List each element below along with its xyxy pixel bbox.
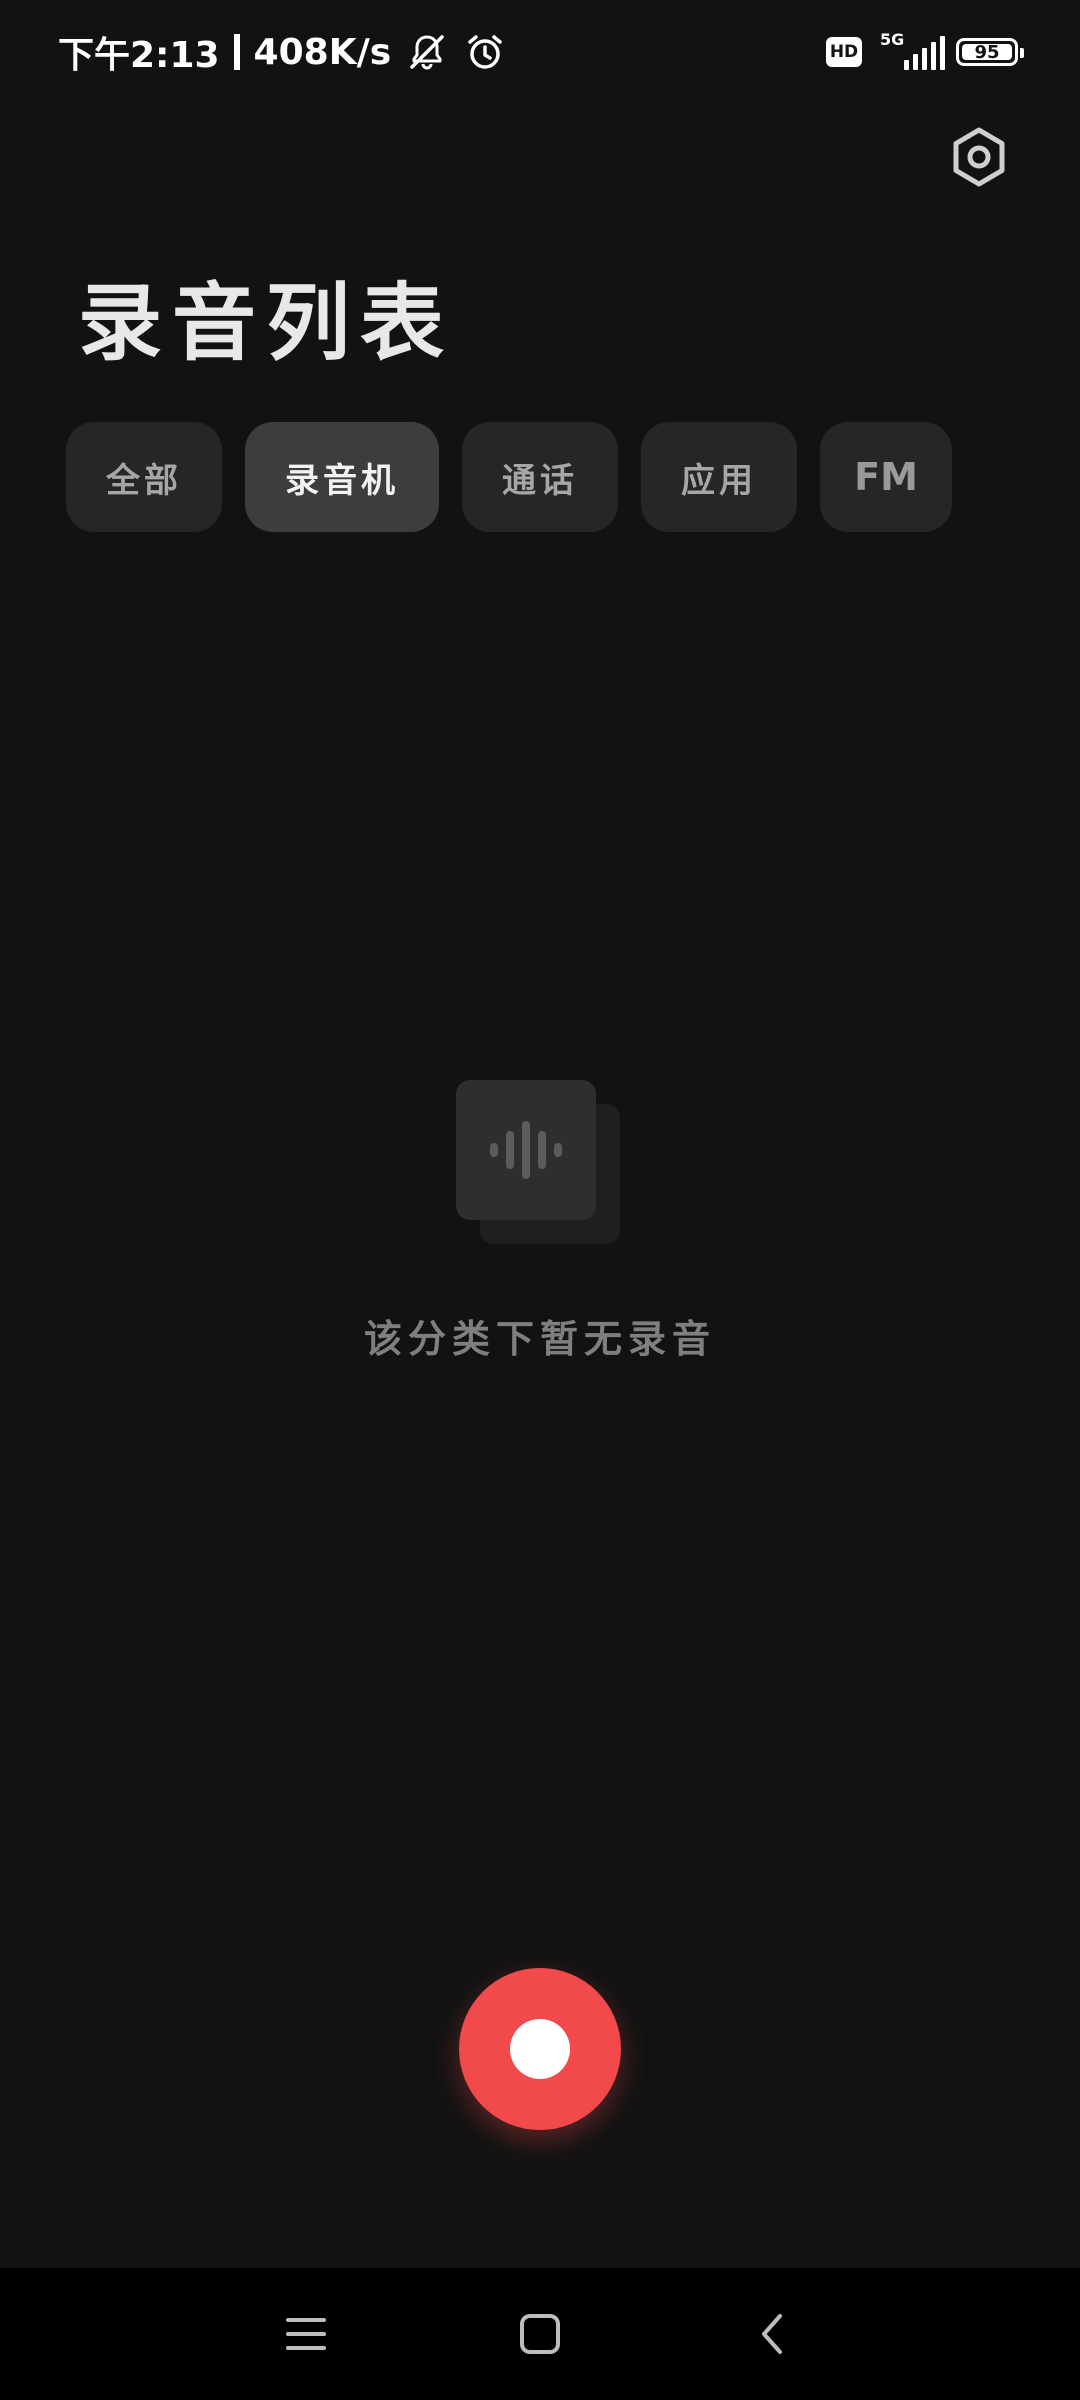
menu-icon [286, 2318, 326, 2350]
battery-level: 95 [974, 41, 1000, 63]
back-icon [762, 2314, 782, 2354]
tab-recorder[interactable]: 录音机 [245, 422, 439, 532]
tab-calls[interactable]: 通话 [462, 422, 618, 532]
home-icon [520, 2314, 560, 2354]
category-tabs: 全部 录音机 通话 应用 FM [66, 422, 952, 532]
status-right: HD 5G 95 [826, 26, 1024, 78]
record-button[interactable] [459, 1968, 621, 2130]
menu-button[interactable] [270, 2298, 342, 2370]
network-speed: 408K/s [253, 31, 392, 73]
status-time: 下午2:13 [58, 35, 220, 76]
home-button[interactable] [504, 2298, 576, 2370]
status-separator [233, 34, 240, 70]
navigation-bar [0, 2268, 1080, 2400]
notifications-muted-icon [405, 30, 449, 74]
network-type: 5G [880, 30, 905, 49]
status-bar: 下午2:13 408K/s HD 5G 95 [0, 0, 1080, 104]
page-title: 录音列表 [78, 273, 455, 372]
hd-icon: HD [826, 37, 862, 67]
status-left: 下午2:13 408K/s [58, 26, 507, 78]
tab-apps[interactable]: 应用 [641, 422, 797, 532]
battery-icon: 95 [956, 38, 1024, 66]
back-button[interactable] [736, 2298, 808, 2370]
empty-state-message: 该分类下暂无录音 [363, 1316, 716, 1361]
alarm-icon [463, 30, 507, 74]
waveform-icon [456, 1080, 624, 1248]
record-icon [510, 2019, 570, 2079]
settings-hex-icon [953, 127, 1005, 187]
signal-icon: 5G [876, 30, 945, 74]
tab-fm[interactable]: FM [820, 422, 952, 532]
tab-all[interactable]: 全部 [66, 422, 222, 532]
settings-button[interactable] [946, 124, 1012, 190]
